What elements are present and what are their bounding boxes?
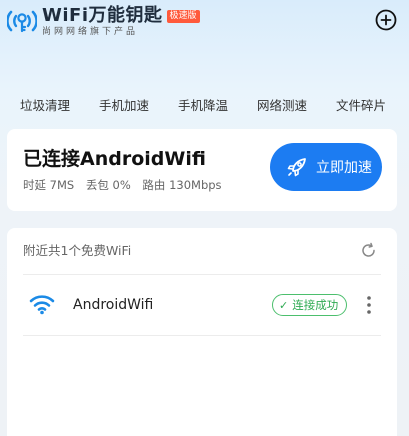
connection-stats: 时延 7MS 丢包 0% 路由 130Mbps	[23, 177, 230, 193]
brand-slogan: 尚网网络旗下产品	[42, 27, 139, 37]
wifi-icon	[29, 295, 55, 315]
brand-name: WiFi万能钥匙	[42, 5, 163, 26]
more-options-icon[interactable]	[365, 294, 373, 316]
wifi-key-logo-icon	[7, 10, 37, 33]
brand: WiFi万能钥匙 极速版 尚网网络旗下产品	[42, 6, 200, 38]
packet-loss-stat: 丢包 0%	[85, 178, 131, 192]
boost-now-label: 立即加速	[316, 160, 372, 176]
refresh-icon[interactable]	[360, 242, 377, 259]
connected-status-badge: ✓ 连接成功	[272, 294, 348, 316]
tool-phone-cool[interactable]: 手机降温	[178, 97, 228, 115]
app-header: WiFi万能钥匙 极速版 尚网网络旗下产品	[0, 0, 409, 44]
tool-phone-boost[interactable]: 手机加速	[99, 97, 149, 115]
plus-circle-icon[interactable]	[375, 9, 397, 31]
boost-now-button[interactable]: 立即加速	[270, 143, 382, 191]
speed-edition-badge: 极速版	[166, 9, 200, 23]
nearby-heading: 附近共1个免费WiFi	[23, 243, 132, 258]
wifi-name: AndroidWifi	[73, 297, 154, 313]
tool-file-fragments[interactable]: 文件碎片	[336, 97, 386, 115]
tool-junk-clean[interactable]: 垃圾清理	[20, 97, 70, 115]
divider	[23, 274, 381, 275]
connection-title: 已连接AndroidWifi	[23, 148, 206, 170]
status-label: 连接成功	[292, 298, 339, 312]
latency-stat: 时延 7MS	[23, 178, 75, 192]
wifi-list-item[interactable]: AndroidWifi ✓ 连接成功	[7, 276, 397, 336]
tool-speed-test[interactable]: 网络测速	[257, 97, 307, 115]
tools-row: 垃圾清理 手机加速 手机降温 网络测速 文件碎片	[0, 97, 409, 117]
check-icon: ✓	[279, 298, 289, 312]
rocket-icon	[287, 158, 306, 177]
connection-card: 已连接AndroidWifi 时延 7MS 丢包 0% 路由 130Mbps 立…	[7, 129, 397, 211]
nearby-wifi-card: 附近共1个免费WiFi AndroidWifi ✓ 连接成功	[7, 228, 397, 436]
divider	[23, 335, 381, 336]
router-stat: 路由 130Mbps	[142, 178, 222, 192]
